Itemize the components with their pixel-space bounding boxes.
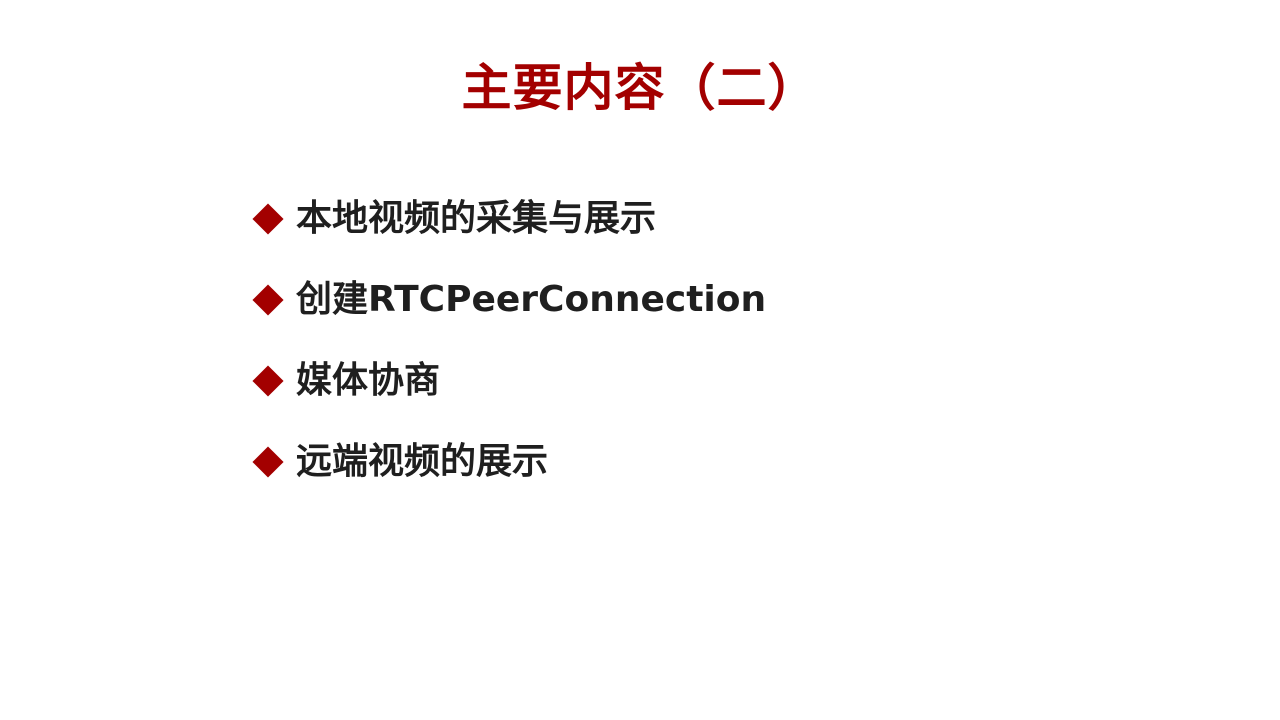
diamond-icon (252, 445, 284, 478)
bullet-item: 远端视频的展示 (252, 421, 766, 502)
bullet-text: 创建RTCPeerConnection (296, 278, 767, 320)
diamond-icon (252, 364, 284, 397)
bullet-text: 本地视频的采集与展示 (296, 197, 657, 239)
bullet-item: 本地视频的采集与展示 (252, 178, 766, 259)
bullet-text: 媒体协商 (296, 359, 441, 401)
slide-title: 主要内容（二） (461, 59, 819, 117)
slide: 主要内容（二） 本地视频的采集与展示 创建RTCPeerConnection 媒… (0, 0, 1280, 720)
diamond-icon (252, 202, 284, 235)
diamond-icon (252, 283, 284, 316)
bullet-text: 远端视频的展示 (296, 440, 549, 482)
bullet-item: 媒体协商 (252, 340, 766, 421)
bullet-list: 本地视频的采集与展示 创建RTCPeerConnection 媒体协商 远端视频… (252, 178, 766, 502)
bullet-item: 创建RTCPeerConnection (252, 259, 766, 340)
